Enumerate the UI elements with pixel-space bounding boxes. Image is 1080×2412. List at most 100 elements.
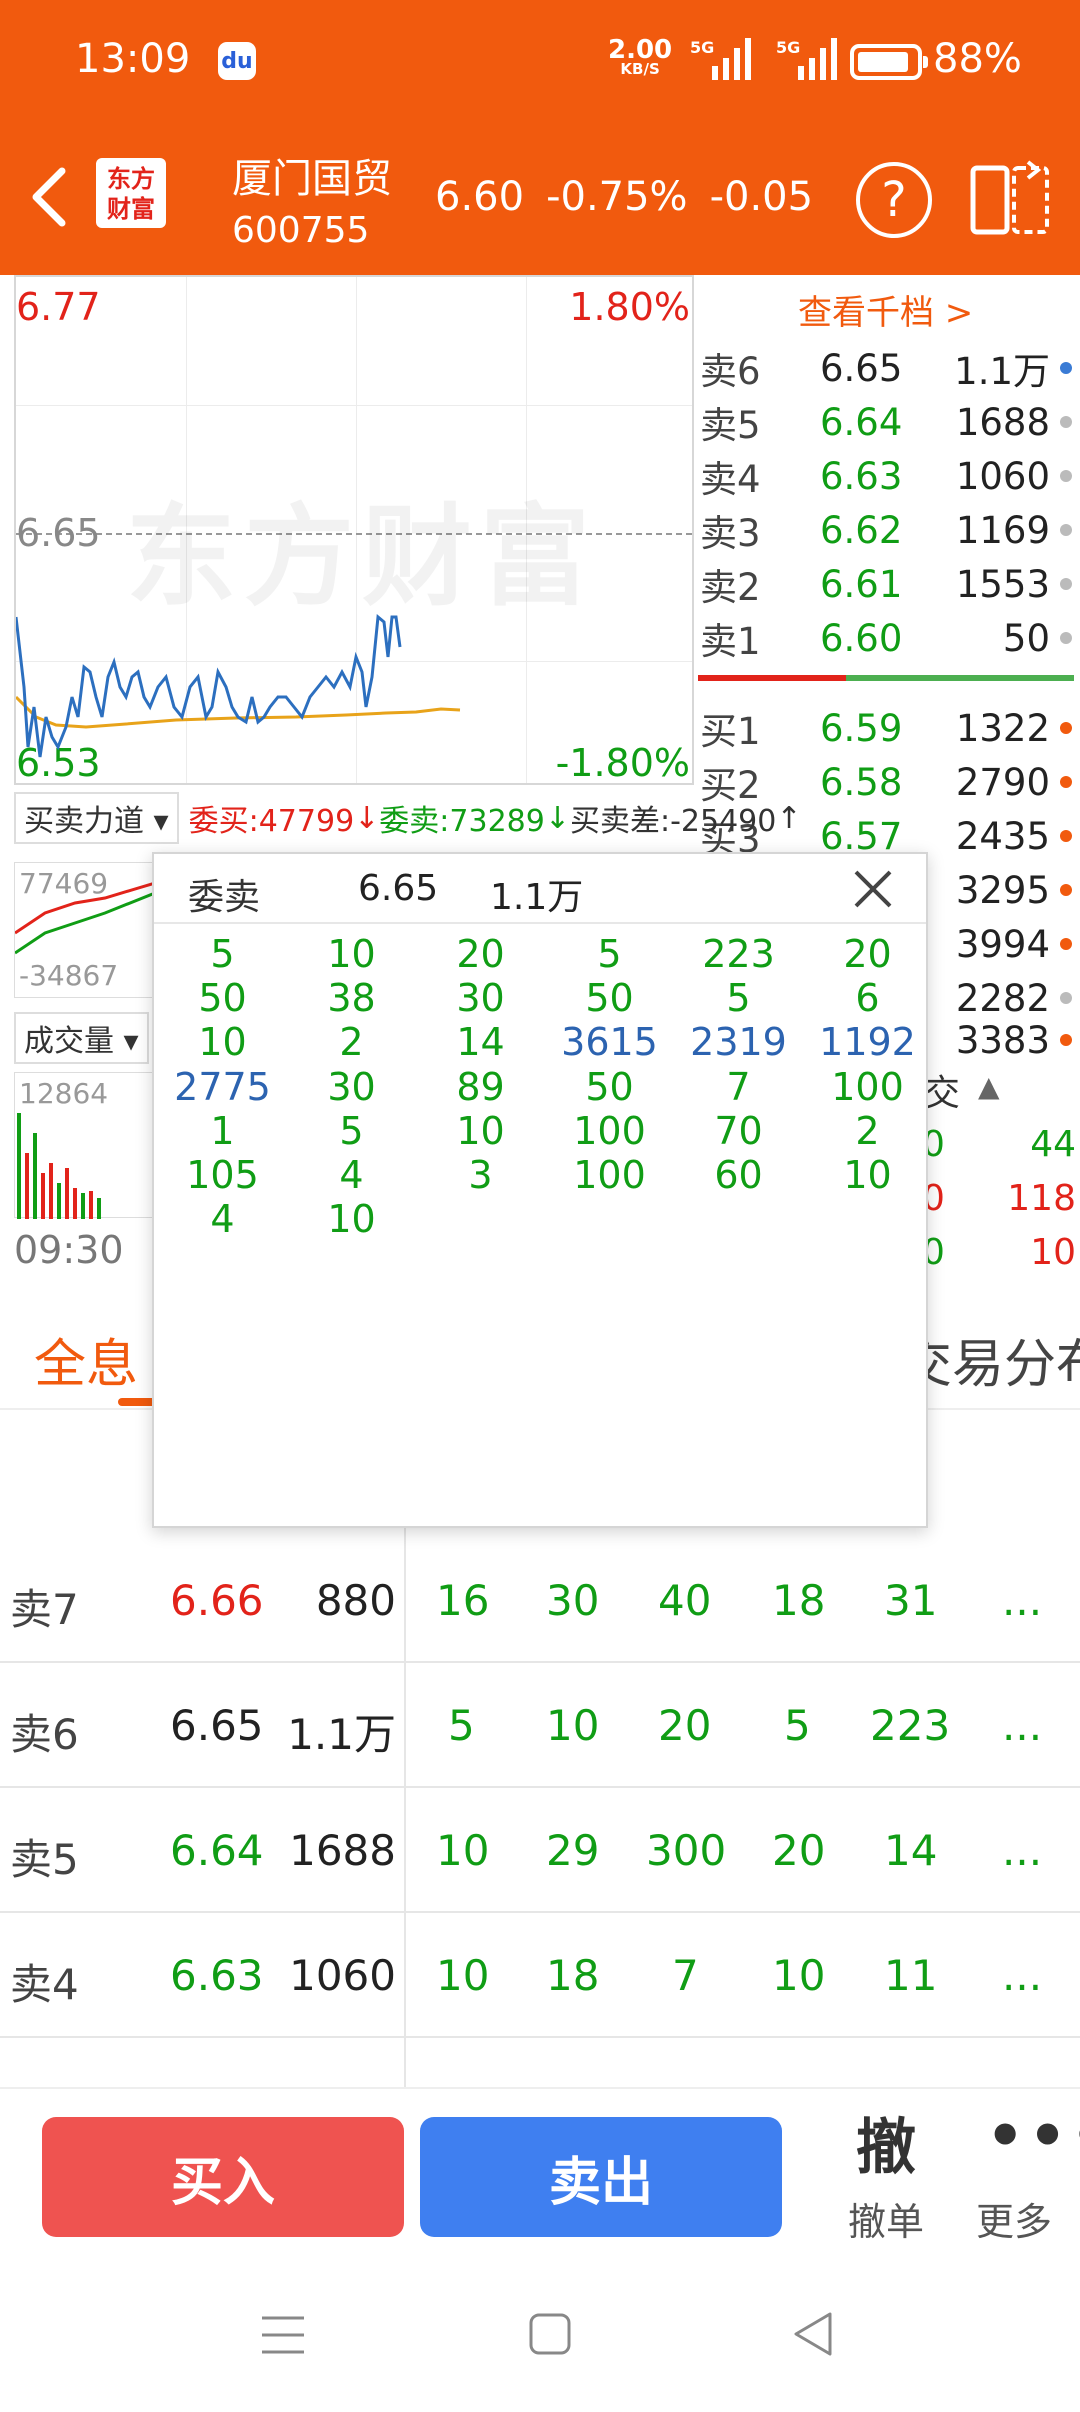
popup-cell: 10 (456, 1108, 505, 1153)
app-header: 13:09 du 2.00 KB/S 5G 5G 88% 东方 财富 厦门国贸 60… (0, 0, 1080, 275)
ask-row[interactable]: 卖1 6.60 50 (700, 611, 1080, 665)
table-row[interactable]: 卖7 6.66 880 16 30 40 18 31 ... (0, 1538, 1080, 1663)
popup-cell: 10 (198, 1020, 247, 1065)
table-row[interactable]: 卖6 6.65 1.1万 5 10 20 5 223 ... (0, 1663, 1080, 1788)
popup-cell: 50 (585, 1064, 634, 1109)
table-row[interactable]: 卖5 6.64 1688 10 29 300 20 14 ... (0, 1788, 1080, 1913)
intraday-chart[interactable]: 东方财富 6.77 1.80% 6.65 6.53 -1.80% (14, 275, 694, 785)
volume-mini-chart: 12864 (14, 1072, 154, 1219)
popup-cell: 30 (327, 1064, 376, 1109)
battery-percent: 88% (933, 36, 1022, 82)
bid-row[interactable]: 买1 6.59 1322 (700, 701, 1080, 755)
popup-cell: 5 (210, 932, 235, 976)
diff-value: 买卖差:-25490 (569, 804, 777, 839)
popup-cell: 105 (186, 1153, 259, 1197)
bid-ask-ratio-bar (698, 675, 1074, 681)
down-arrow-icon: ↓ (544, 800, 570, 836)
popup-cell: 10 (327, 932, 376, 976)
close-icon[interactable] (850, 866, 896, 912)
popup-cell: 10 (843, 1153, 892, 1197)
popup-cell: 4 (210, 1197, 235, 1242)
sort-up-icon: ▲ (978, 1070, 1000, 1103)
back-icon[interactable] (792, 2310, 834, 2358)
eastmoney-logo: 东方 财富 (96, 158, 166, 228)
change-amount: -0.05 (709, 174, 814, 220)
popup-cell: 100 (573, 1153, 646, 1197)
current-price: 6.60 (435, 174, 525, 220)
popup-cell: 5 (339, 1108, 364, 1153)
popup-cell: 3615 (561, 1020, 658, 1065)
popup-cell: 5 (726, 976, 751, 1021)
level-dot-icon (1060, 830, 1072, 842)
popup-cell: 223 (702, 932, 775, 976)
strength-dropdown[interactable]: 买卖力道 ▾ (14, 792, 179, 844)
popup-cell: 10 (327, 1197, 376, 1242)
ask-row[interactable]: 卖3 6.62 1169 (700, 503, 1080, 557)
avg-price-line (16, 695, 461, 729)
level-dot-icon (1060, 938, 1072, 950)
level-dot-icon (1060, 992, 1072, 1004)
level-dot-icon (1060, 470, 1072, 482)
level-dot-icon (1060, 776, 1072, 788)
menu-icon[interactable] (262, 2314, 304, 2356)
weibuy-value: 委买:47799 (188, 804, 355, 839)
more-dots-icon[interactable]: ••• (986, 2101, 1080, 2171)
status-time: 13:09 (75, 36, 191, 82)
level-dot-icon (1060, 524, 1072, 536)
start-time: 09:30 (14, 1228, 124, 1272)
popup-title: 委卖 (188, 877, 261, 918)
popup-cell: 100 (573, 1108, 646, 1153)
up-arrow-icon: ↑ (776, 800, 802, 836)
view-thousand-levels-link[interactable]: 查看千档 > (798, 285, 973, 334)
popup-cell: 5 (597, 932, 622, 976)
popup-cell: 30 (456, 976, 505, 1021)
table-row[interactable]: 卖4 6.63 1060 10 18 7 10 11 ... (0, 1913, 1080, 2038)
popup-cell: 14 (456, 1020, 505, 1065)
sell-button[interactable]: 卖出 (420, 2117, 782, 2237)
popup-cell: 2319 (690, 1020, 787, 1065)
cancel-order-label[interactable]: 撤单 (848, 2191, 924, 2246)
ask-row[interactable]: 卖5 6.64 1688 (700, 395, 1080, 449)
baidu-paw-icon: du (218, 42, 256, 80)
popup-cell: 20 (843, 932, 892, 976)
network-speed: 2.00 KB/S (608, 35, 673, 78)
popup-volume: 1.1万 (490, 877, 584, 918)
popup-cell: 2 (855, 1108, 880, 1153)
split-screen-icon[interactable] (970, 160, 1050, 236)
order-queue-table: 卖7 6.66 880 16 30 40 18 31 ... 卖6 6.65 1… (0, 1538, 1080, 2038)
popup-cell: 4 (339, 1153, 364, 1197)
popup-cell: 2 (339, 1020, 364, 1065)
cancel-order-icon[interactable]: 撤 (856, 2099, 916, 2186)
popup-cell: 100 (831, 1064, 904, 1109)
popup-cell: 38 (327, 976, 376, 1021)
weisell-value: 委卖:73289 (379, 804, 545, 839)
change-percent: -0.75% (546, 174, 688, 220)
popup-cell: 2775 (174, 1064, 271, 1109)
level-dot-icon (1060, 416, 1072, 428)
signal-5g-icon-2: 5G (776, 38, 837, 80)
ask-row[interactable]: 卖2 6.61 1553 (700, 557, 1080, 611)
level-dot-icon (1060, 722, 1072, 734)
down-arrow-icon: ↓ (354, 800, 380, 836)
buy-button[interactable]: 买入 (42, 2117, 404, 2237)
help-icon[interactable]: ? (856, 162, 932, 238)
popup-cell: 1 (210, 1108, 235, 1153)
more-label[interactable]: 更多 (976, 2191, 1052, 2246)
home-icon[interactable] (528, 2312, 572, 2356)
level-dot-icon (1060, 578, 1072, 590)
level-dot-icon (1060, 1034, 1072, 1046)
tab-full-info[interactable]: 全息 (34, 1322, 138, 1397)
ask-row[interactable]: 卖6 6.65 1.1万 (700, 341, 1080, 395)
popup-cell: 89 (456, 1064, 505, 1109)
ask-row[interactable]: 卖4 6.63 1060 (700, 449, 1080, 503)
strength-mini-chart: 77469 -34867 (14, 862, 155, 998)
action-bar: 买入 卖出 撤 撤单 ••• 更多 (0, 2087, 1080, 2262)
strength-indicator: 买卖力道 ▾ 委买:47799 ↓ 委卖:73289 ↓ 买卖差:-25490 ↑ (14, 792, 802, 844)
level-dot-icon (1060, 362, 1072, 374)
volume-dropdown[interactable]: 成交量 ▾ (14, 1012, 149, 1064)
system-nav-bar (0, 2262, 1080, 2412)
back-arrow-icon[interactable] (28, 165, 72, 229)
price-line-svg (16, 614, 461, 758)
popup-cell: 7 (726, 1064, 751, 1109)
popup-cell: 50 (585, 976, 634, 1021)
